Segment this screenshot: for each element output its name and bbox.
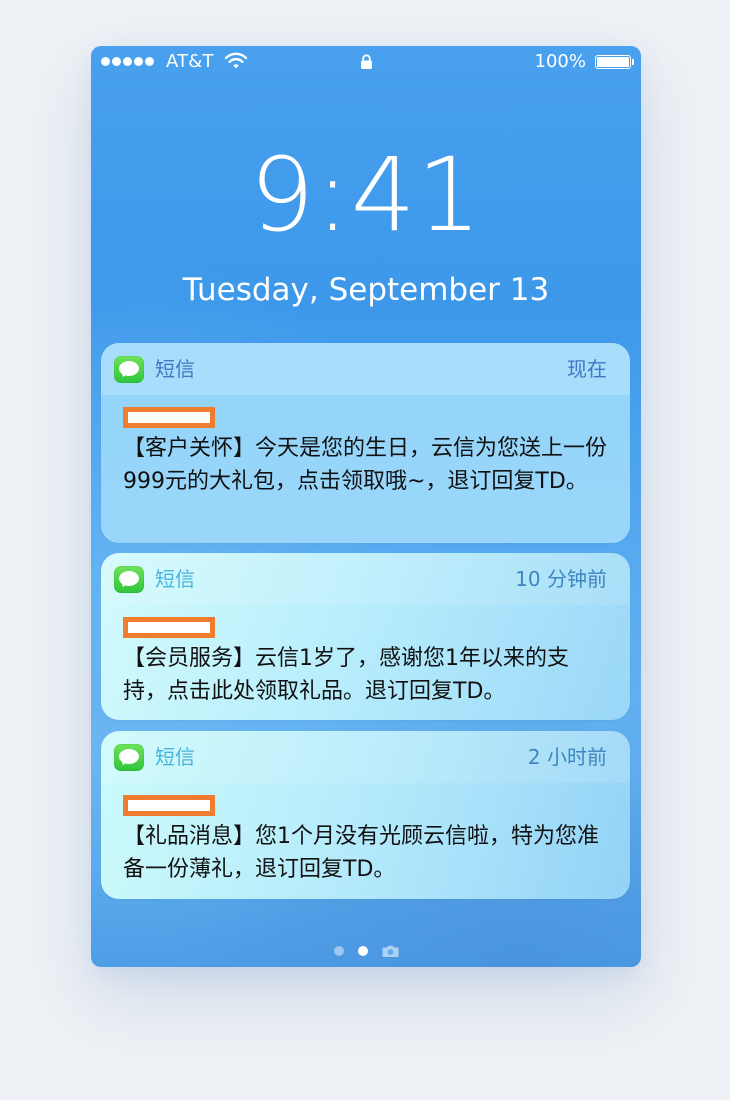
notification-time: 10 分钟前 [515,567,607,591]
page-indicator[interactable] [91,945,641,957]
battery-icon [595,55,634,69]
notification-message: 【客户关怀】今天是您的生日，云信为您送上一份999元的大礼包，点击领取哦~，退订… [123,436,608,494]
camera-icon[interactable] [382,945,399,957]
redacted-sender [123,407,215,428]
notification-card[interactable]: 短信 10 分钟前 【会员服务】云信1岁了，感谢您1年以来的支持，点击此处领取礼… [101,553,630,720]
battery-percent-label: 100% [534,51,586,72]
page-dot-icon[interactable] [333,946,344,956]
notification-app-name: 短信 [155,357,195,381]
messages-app-icon [114,744,144,771]
battery-fill [597,57,629,67]
notification-card[interactable]: 短信 现在 【客户关怀】今天是您的生日，云信为您送上一份999元的大礼包，点击领… [101,343,630,543]
redacted-sender [123,795,215,816]
notification-time: 现在 [567,357,607,381]
messages-app-icon [114,356,144,383]
lock-clock: 9:41 [249,136,483,255]
notification-header: 短信 2 小时前 [101,731,630,783]
page-dot-icon[interactable] [357,946,368,956]
notification-time: 2 小时前 [527,745,607,769]
redacted-sender [123,617,215,638]
lock-screen: AT&T 100% 9:41 Tuesday, September 13 短信 … [91,46,641,967]
notification-app-name: 短信 [155,567,195,591]
notification-app-name: 短信 [155,745,195,769]
notification-header: 短信 10 分钟前 [101,553,630,605]
notification-header: 短信 现在 [101,343,630,395]
notification-card[interactable]: 短信 2 小时前 【礼品消息】您1个月没有光顾云信啦，特为您准备一份薄礼，退订回… [101,731,630,899]
notification-message: 【礼品消息】您1个月没有光顾云信啦，特为您准备一份薄礼，退订回复TD。 [123,824,599,882]
lock-icon [361,54,372,69]
messages-app-icon [114,566,144,593]
lock-date: Tuesday, September 13 [182,272,550,308]
notification-body: 【会员服务】云信1岁了，感谢您1年以来的支持，点击此处领取礼品。退订回复TD。 [101,605,630,718]
notification-message: 【会员服务】云信1岁了，感谢您1年以来的支持，点击此处领取礼品。退订回复TD。 [123,646,569,704]
carrier-label: AT&T [166,51,214,72]
signal-dots-icon [101,57,154,66]
wifi-icon [224,52,248,69]
notification-body: 【客户关怀】今天是您的生日，云信为您送上一份999元的大礼包，点击领取哦~，退订… [101,395,630,543]
notification-body: 【礼品消息】您1个月没有光顾云信啦，特为您准备一份薄礼，退订回复TD。 [101,783,630,896]
status-bar: AT&T 100% [91,46,641,80]
